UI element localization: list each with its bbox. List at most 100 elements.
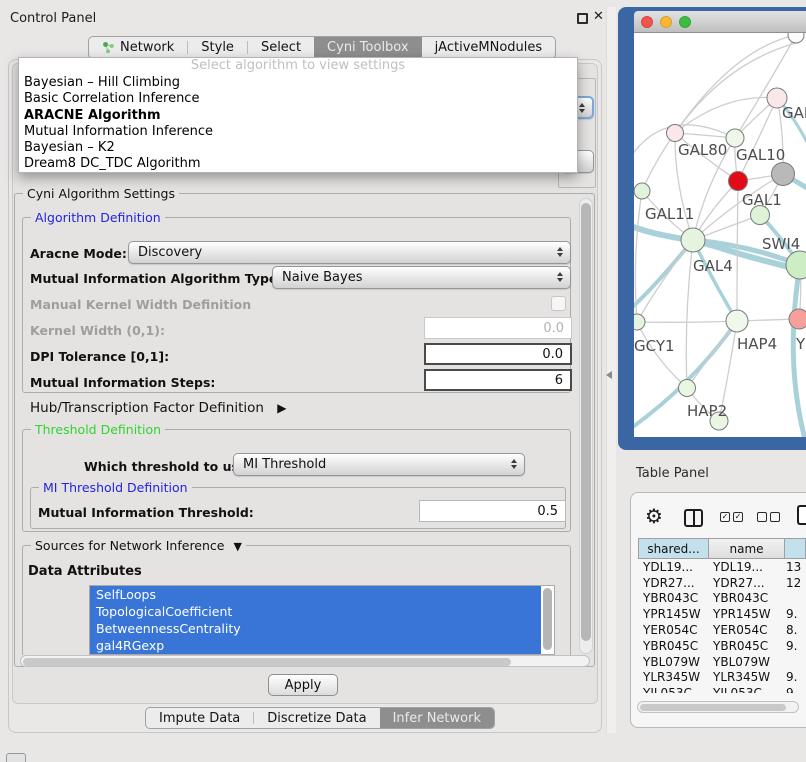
node-label: GAL4 xyxy=(693,257,733,275)
table-panel-title: Table Panel xyxy=(636,466,709,481)
table-row[interactable]: YLR345WYLR345W9. xyxy=(638,670,806,686)
list-scrollbar-thumb[interactable] xyxy=(543,588,552,650)
node-label: GAL80 xyxy=(678,141,727,159)
combo-arrows-icon xyxy=(557,247,563,257)
attribute-item-selected[interactable]: BetweennessCentrality xyxy=(90,620,541,637)
apply-button[interactable]: Apply xyxy=(268,674,338,696)
table-horizontal-scrollbar[interactable] xyxy=(637,701,799,713)
minimized-panel-button[interactable] xyxy=(6,753,26,762)
algorithm-option[interactable]: Basic Correlation Inference xyxy=(19,91,577,107)
algorithm-popup-placeholder: Select algorithm to view settings xyxy=(19,58,577,75)
column-header-name[interactable]: name xyxy=(708,538,785,559)
table-row[interactable]: YIL053CYIL053C9 xyxy=(638,685,806,693)
deselect-all-checkboxes-icon[interactable] xyxy=(757,512,783,527)
tab-style[interactable]: Style xyxy=(188,37,247,58)
which-threshold-label: Which threshold to use: xyxy=(84,459,252,474)
tab-network-label: Network xyxy=(120,40,174,55)
node-label: GCY1 xyxy=(634,337,675,355)
table-doc-icon-partial[interactable] xyxy=(797,505,806,525)
attribute-item-selected[interactable]: gal4RGexp xyxy=(90,637,541,654)
attribute-item-selected[interactable]: SelfLoops xyxy=(90,586,541,603)
window-minimize-light[interactable] xyxy=(660,16,672,28)
node xyxy=(634,183,650,199)
threshold-definition-title: Threshold Definition xyxy=(31,422,165,437)
node-label: HAP4 xyxy=(737,335,777,353)
manual-kernel-width-checkbox[interactable] xyxy=(551,296,566,311)
kernel-width-field[interactable]: 0.0 xyxy=(424,317,572,339)
table-row[interactable]: YDR27...YDR27...12 xyxy=(638,575,806,591)
sources-group-title[interactable]: Sources for Network Inference ▼ xyxy=(31,538,246,553)
dpi-tolerance-label: DPI Tolerance [0,1]: xyxy=(30,349,169,364)
collapse-down-icon[interactable]: ▼ xyxy=(233,540,241,553)
table-row[interactable]: YDL19...YDL19...13 xyxy=(638,559,806,575)
mi-steps-field[interactable]: 6 xyxy=(424,369,572,391)
scrollbar-thumb[interactable] xyxy=(581,203,591,641)
column-header-shared-name[interactable]: shared... xyxy=(638,538,709,559)
algorithm-option[interactable]: Bayesian – Hill Climbing xyxy=(19,75,577,91)
table-row[interactable]: YBR043CYBR043C xyxy=(638,591,806,607)
node-salmon xyxy=(789,309,806,329)
tab-impute-data[interactable]: Impute Data xyxy=(146,708,253,728)
kernel-width-label: Kernel Width (0,1): xyxy=(30,323,165,338)
splitter-collapse-icon[interactable] xyxy=(606,371,612,379)
settings-horizontal-scrollbar[interactable] xyxy=(20,655,590,667)
table-row[interactable]: YBL079WYBL079W xyxy=(638,654,806,670)
algorithm-option[interactable]: Mutual Information Inference xyxy=(19,124,577,140)
tab-select[interactable]: Select xyxy=(248,37,314,58)
panel-divider[interactable] xyxy=(606,7,616,733)
tab-jactivemnodules[interactable]: jActiveMNodules xyxy=(422,37,556,58)
node-hap4 xyxy=(726,310,748,332)
control-panel-tabbar: Network Style Select Cyni Toolbox jActiv… xyxy=(88,36,556,59)
algorithm-definition-title: Algorithm Definition xyxy=(31,210,165,225)
node-gray xyxy=(772,163,795,186)
node-hap2 xyxy=(679,380,696,397)
settings-vertical-scrollbar[interactable] xyxy=(579,198,593,654)
combo-arrows-icon xyxy=(579,103,585,113)
mi-threshold-label: Mutual Information Threshold: xyxy=(38,505,254,520)
attribute-item-selected[interactable]: TopologicalCoefficient xyxy=(90,603,541,620)
window-zoom-light[interactable] xyxy=(679,16,691,28)
split-columns-icon[interactable] xyxy=(684,509,703,527)
scrollbar-thumb[interactable] xyxy=(23,658,511,666)
algorithm-option[interactable]: Dream8 DC_TDC Algorithm xyxy=(19,156,577,172)
node-label: Y xyxy=(795,335,806,353)
tab-cyni-toolbox[interactable]: Cyni Toolbox xyxy=(314,37,422,58)
node-table[interactable]: YDL19...YDL19...13 YDR27...YDR27...12 YB… xyxy=(638,559,806,693)
table-settings-gear-icon[interactable]: ⚙ xyxy=(645,504,663,528)
expand-right-icon[interactable]: ▶ xyxy=(277,401,286,415)
column-header-partial[interactable] xyxy=(784,538,806,559)
algorithm-dropdown-popup: Select algorithm to view settings Bayesi… xyxy=(18,57,578,173)
float-panel-button[interactable] xyxy=(577,13,588,24)
aracne-mode-select[interactable]: Discovery xyxy=(128,241,571,264)
data-attributes-label: Data Attributes xyxy=(28,564,142,579)
combo-arrows-icon xyxy=(557,272,563,282)
cyni-settings-group-title: Cyni Algorithm Settings xyxy=(23,186,179,201)
node-label: GAL11 xyxy=(645,205,694,223)
node-label: HAP2 xyxy=(687,402,727,420)
data-attributes-list[interactable]: SelfLoops TopologicalCoefficient Between… xyxy=(89,585,555,655)
select-all-checkboxes-icon[interactable]: ✓✓ xyxy=(720,512,746,527)
algorithm-option[interactable]: Bayesian – K2 xyxy=(19,140,577,156)
table-row[interactable]: YPR145WYPR145W9. xyxy=(638,606,806,622)
mi-threshold-field[interactable]: 0.5 xyxy=(419,500,566,522)
tab-infer-network[interactable]: Infer Network xyxy=(380,708,494,728)
mi-threshold-definition-title: MI Threshold Definition xyxy=(39,480,192,495)
mi-algorithm-type-label: Mutual Information Algorithm Type: xyxy=(30,271,282,286)
node xyxy=(667,125,684,142)
network-canvas[interactable]: GAL GAL80 GAL10 GAL1 GAL11 SWI4 GAL4 GCY… xyxy=(634,33,806,437)
tab-network[interactable]: Network xyxy=(89,37,187,58)
table-row[interactable]: YBR045CYBR045C9. xyxy=(638,638,806,654)
manual-kernel-width-label: Manual Kernel Width Definition xyxy=(30,297,251,312)
close-panel-icon[interactable]: ✕ xyxy=(593,9,604,24)
node-red-selected xyxy=(729,172,748,191)
hub-definition-toggle[interactable]: Hub/Transcription Factor Definition ▶ xyxy=(30,400,286,416)
window-close-light[interactable] xyxy=(641,16,653,28)
dpi-tolerance-field[interactable]: 0.0 xyxy=(424,343,572,365)
which-threshold-select[interactable]: MI Threshold xyxy=(233,453,525,476)
algorithm-option-selected[interactable]: ARACNE Algorithm xyxy=(19,108,577,124)
tab-discretize-data[interactable]: Discretize Data xyxy=(254,708,379,728)
table-row[interactable]: YER054CYER054C8. xyxy=(638,622,806,638)
mi-algorithm-type-select[interactable]: Naive Bayes xyxy=(272,266,571,289)
scrollbar-thumb[interactable] xyxy=(640,704,786,711)
node-gal4 xyxy=(681,228,705,252)
